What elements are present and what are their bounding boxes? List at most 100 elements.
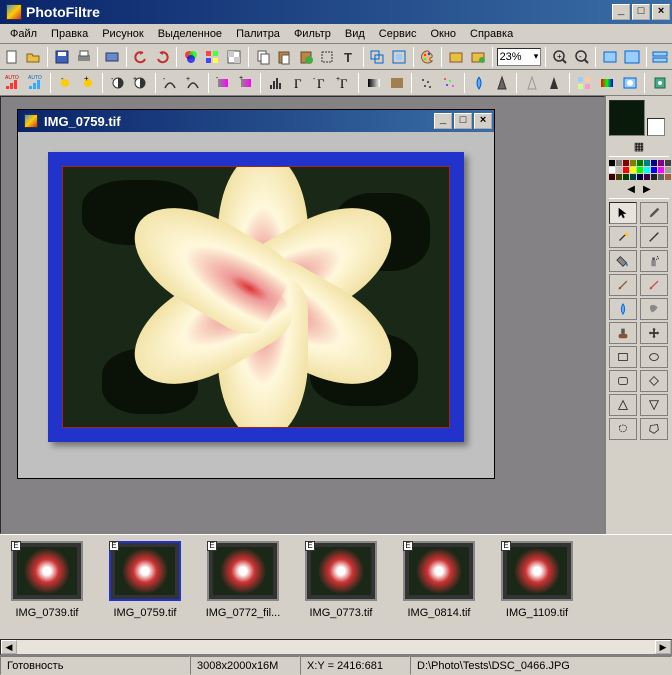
zoom-in-button[interactable]: + (550, 46, 570, 68)
smudge-tool[interactable] (640, 298, 668, 320)
menu-view[interactable]: Вид (339, 26, 371, 42)
diamond-tool[interactable] (640, 370, 668, 392)
swatch[interactable] (609, 167, 615, 173)
triangle-tool[interactable] (609, 394, 637, 416)
swatches-button[interactable] (203, 46, 223, 68)
menu-selection[interactable]: Выделенное (152, 26, 228, 42)
swatch[interactable] (616, 174, 622, 180)
swatch[interactable] (651, 174, 657, 180)
minimize-button[interactable]: _ (612, 4, 630, 20)
lasso-tool[interactable] (609, 418, 637, 440)
rgb-button[interactable] (181, 46, 201, 68)
brush-tool[interactable] (609, 274, 637, 296)
copy-button[interactable] (253, 46, 273, 68)
rounded-rect-tool[interactable] (609, 370, 637, 392)
swatch[interactable] (637, 167, 643, 173)
blur-button[interactable] (469, 72, 490, 94)
scroll-left-button[interactable]: ◀ (1, 640, 17, 654)
clone-tool[interactable] (609, 322, 637, 344)
swatch[interactable] (623, 174, 629, 180)
document-window[interactable]: IMG_0759.tif _ □ × (17, 109, 495, 479)
soften-button[interactable] (521, 72, 542, 94)
scroll-track[interactable] (17, 640, 655, 654)
swatch[interactable] (616, 160, 622, 166)
thumbnail[interactable]: EIMG_0814.tif (400, 541, 478, 619)
new-button[interactable] (2, 46, 22, 68)
swatch[interactable] (609, 174, 615, 180)
menu-image[interactable]: Рисунок (96, 26, 150, 42)
thumbnail[interactable]: EIMG_1109.tif (498, 541, 576, 619)
polygon-tool[interactable] (640, 418, 668, 440)
paste-special-button[interactable] (296, 46, 316, 68)
menu-service[interactable]: Сервис (373, 26, 423, 42)
menu-file[interactable]: Файл (4, 26, 43, 42)
swatch[interactable] (623, 167, 629, 173)
swatch[interactable] (658, 167, 664, 173)
swatch[interactable] (630, 174, 636, 180)
module-button[interactable] (649, 72, 670, 94)
transparency-button[interactable] (224, 46, 244, 68)
zoom-combo[interactable]: 23% (497, 48, 542, 66)
doc-minimize-button[interactable]: _ (434, 113, 452, 129)
print-button[interactable] (74, 46, 94, 68)
line-tool[interactable] (640, 226, 668, 248)
histogram-button[interactable] (265, 72, 286, 94)
redo-button[interactable] (152, 46, 172, 68)
pointer-tool[interactable] (609, 202, 637, 224)
dust-button[interactable] (416, 72, 437, 94)
scanner-button[interactable] (102, 46, 122, 68)
document-titlebar[interactable]: IMG_0759.tif _ □ × (18, 110, 494, 132)
maximize-button[interactable]: □ (632, 4, 650, 20)
saturation-up-button[interactable]: + (235, 72, 256, 94)
color-swatches[interactable] (609, 160, 669, 180)
scroll-right-button[interactable]: ▶ (655, 640, 671, 654)
swatch[interactable] (665, 167, 671, 173)
palette-icon[interactable] (418, 46, 438, 68)
thumbnail[interactable]: EIMG_0773.tif (302, 541, 380, 619)
swatch[interactable] (637, 174, 643, 180)
scroll-tool[interactable] (640, 322, 668, 344)
palette-prev-button[interactable]: ◀ (627, 184, 635, 195)
swatch[interactable] (665, 174, 671, 180)
auto-contrast-button[interactable]: AUTO (25, 72, 46, 94)
contrast-down-button[interactable]: - (107, 72, 128, 94)
photomask-button[interactable] (620, 72, 641, 94)
palette-next-button[interactable]: ▶ (643, 184, 651, 195)
swatch[interactable] (616, 167, 622, 173)
levels-down-button[interactable]: Γ- (311, 72, 332, 94)
brightness-down-button[interactable]: - (55, 72, 76, 94)
triangle2-tool[interactable] (640, 394, 668, 416)
contrast-up-button[interactable]: + (130, 72, 151, 94)
thumb-scrollbar[interactable]: ◀ ▶ (0, 639, 672, 655)
sharpen-button[interactable] (491, 72, 512, 94)
reinforce-button[interactable] (544, 72, 565, 94)
noise-button[interactable] (439, 72, 460, 94)
saturation-down-button[interactable]: - (213, 72, 234, 94)
doc-close-button[interactable]: × (474, 113, 492, 129)
swatch[interactable] (665, 160, 671, 166)
undo-button[interactable] (131, 46, 151, 68)
resize-button[interactable] (368, 46, 388, 68)
grayscale-button[interactable] (363, 72, 384, 94)
advanced-brush-tool[interactable] (640, 274, 668, 296)
menu-palette[interactable]: Палитра (230, 26, 286, 42)
gamma-up-button[interactable]: + (183, 72, 204, 94)
swatch[interactable] (658, 160, 664, 166)
zoom-out-button[interactable]: - (572, 46, 592, 68)
menu-window[interactable]: Окно (424, 26, 462, 42)
foreground-color[interactable] (609, 100, 645, 136)
ellipse-select-tool[interactable] (640, 346, 668, 368)
swatch[interactable] (630, 167, 636, 173)
auto-levels-button[interactable]: AUTO (2, 72, 23, 94)
variations-button[interactable] (574, 72, 595, 94)
image-content[interactable] (62, 166, 450, 428)
thumbnail[interactable]: EIMG_0739.tif (8, 541, 86, 619)
document-body[interactable] (18, 132, 494, 478)
fullscreen-button[interactable] (622, 46, 642, 68)
levels-up-button[interactable]: Γ+ (334, 72, 355, 94)
fit-button[interactable] (600, 46, 620, 68)
gamma-button[interactable]: Γ (288, 72, 309, 94)
gradient-button[interactable] (597, 72, 618, 94)
swatch[interactable] (651, 167, 657, 173)
sepia-button[interactable] (386, 72, 407, 94)
